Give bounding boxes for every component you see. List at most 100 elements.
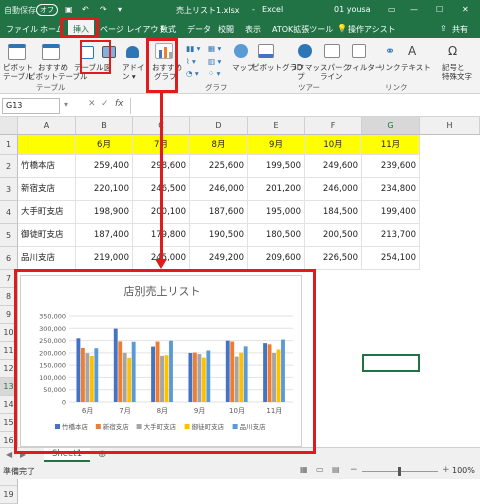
cell-month-header[interactable]: 9月 [248, 135, 305, 155]
link-label[interactable]: リンク [378, 62, 401, 73]
ribbon-display-icon[interactable]: ▭ [388, 5, 396, 14]
cell-sales-value[interactable]: 180,500 [248, 224, 305, 247]
cancel-entry-icon[interactable]: ✕ [88, 99, 96, 109]
cell-store-name[interactable]: 大手町支店 [18, 201, 76, 224]
addins-icon[interactable] [126, 46, 139, 58]
confirm-entry-icon[interactable]: ✓ [101, 99, 109, 109]
cell-a1[interactable] [18, 135, 76, 155]
cell-month-header[interactable]: 11月 [362, 135, 420, 155]
cell-sales-value[interactable]: 187,600 [190, 201, 248, 224]
cell-sales-value[interactable]: 213,700 [362, 224, 420, 247]
cell-sales-value[interactable]: 246,000 [305, 178, 362, 201]
cell-store-name[interactable]: 品川支店 [18, 247, 76, 270]
close-icon[interactable]: ✕ [462, 5, 469, 14]
tab-page-layout[interactable]: ページ レイアウト [100, 24, 166, 35]
cell-sales-value[interactable]: 209,600 [248, 247, 305, 270]
zoom-out-icon[interactable]: − [350, 465, 358, 475]
cell-sales-value[interactable]: 184,500 [305, 201, 362, 224]
cell-sales-value[interactable]: 234,800 [362, 178, 420, 201]
column-header-g[interactable]: G [362, 117, 420, 135]
share-button[interactable]: 共有 [452, 24, 468, 35]
row-header-19[interactable]: 19 [0, 486, 18, 504]
row-header-5[interactable]: 5 [0, 224, 18, 247]
tell-me-box[interactable]: 操作アシスト [348, 24, 396, 35]
column-header-a[interactable]: A [18, 117, 76, 135]
tab-file[interactable]: ファイル [6, 24, 38, 35]
share-icon[interactable]: ⇪ [440, 24, 447, 33]
cell-store-name[interactable]: 新宿支店 [18, 178, 76, 201]
cell-sales-value[interactable]: 187,400 [76, 224, 133, 247]
hierarchy-chart-icon[interactable]: ▦ ▾ [208, 44, 221, 53]
zoom-level[interactable]: 100% [452, 466, 475, 475]
cell-month-header[interactable]: 6月 [76, 135, 133, 155]
symbols-label-2[interactable]: 特殊文字 [442, 71, 472, 82]
qat-more-icon[interactable]: ▾ [118, 5, 122, 14]
map3d-label-2[interactable]: プ [297, 71, 305, 82]
pie-chart-icon[interactable]: ◔ ▾ [186, 69, 199, 78]
cell-sales-value[interactable]: 254,100 [362, 247, 420, 270]
pivot-chart-icon[interactable] [258, 44, 274, 58]
symbol-icon[interactable]: Ω [448, 44, 457, 58]
column-header-e[interactable]: E [248, 117, 305, 135]
cell-sales-value[interactable]: 200,500 [305, 224, 362, 247]
row-header-2[interactable]: 2 [0, 155, 18, 178]
cell-month-header[interactable]: 10月 [305, 135, 362, 155]
cell-sales-value[interactable]: 239,600 [362, 155, 420, 178]
maximize-icon[interactable]: ☐ [436, 5, 443, 14]
page-layout-view-icon[interactable]: ▭ [316, 465, 324, 474]
cell-sales-value[interactable]: 226,500 [305, 247, 362, 270]
maps-icon[interactable] [234, 44, 248, 58]
page-break-view-icon[interactable]: ▤ [332, 465, 340, 474]
cell-sales-value[interactable]: 199,400 [362, 201, 420, 224]
cell-sales-value[interactable]: 249,200 [190, 247, 248, 270]
cell-sales-value[interactable]: 249,600 [305, 155, 362, 178]
text-icon[interactable]: A [408, 44, 416, 58]
cell-sales-value[interactable]: 246,000 [190, 178, 248, 201]
cell-sales-value[interactable]: 220,100 [76, 178, 133, 201]
map3d-icon[interactable] [298, 44, 312, 58]
cell-sales-value[interactable]: 190,500 [190, 224, 248, 247]
select-all-corner[interactable] [0, 117, 18, 135]
cell-sales-value[interactable]: 201,200 [248, 178, 305, 201]
redo-icon[interactable]: ↷ [100, 5, 107, 14]
sheet-nav-prev-icon[interactable]: ◀ [6, 450, 12, 459]
name-box[interactable]: G13 [2, 98, 60, 114]
minimize-icon[interactable]: — [410, 5, 418, 14]
column-header-f[interactable]: F [305, 117, 362, 135]
cell-sales-value[interactable]: 199,500 [248, 155, 305, 178]
zoom-slider-thumb[interactable] [398, 467, 401, 476]
cell-store-name[interactable]: 竹橋本店 [18, 155, 76, 178]
tab-formulas[interactable]: 数式 [160, 24, 176, 35]
cell-sales-value[interactable]: 259,400 [76, 155, 133, 178]
cell-month-header[interactable]: 8月 [190, 135, 248, 155]
sparklines-label-2[interactable]: ライン [320, 71, 343, 82]
insert-function-icon[interactable]: fx [115, 99, 124, 109]
row-header-1[interactable]: 1 [0, 135, 18, 155]
statistic-chart-icon[interactable]: ▥ ▾ [208, 57, 221, 66]
cell-sales-value[interactable]: 225,600 [190, 155, 248, 178]
autosave-toggle[interactable]: オフ [36, 4, 58, 16]
row-header-4[interactable]: 4 [0, 201, 18, 224]
active-cell-g13[interactable] [362, 354, 420, 372]
sparklines-icon[interactable] [324, 44, 340, 58]
zoom-in-icon[interactable]: + [442, 465, 450, 475]
user-name[interactable]: 01 yousa [334, 5, 371, 14]
column-header-b[interactable]: B [76, 117, 133, 135]
tab-review[interactable]: 校閲 [218, 24, 234, 35]
tab-data[interactable]: データ [187, 24, 211, 35]
column-chart-icon[interactable]: ▮▮ ▾ [186, 44, 200, 53]
text-label[interactable]: テキスト [401, 62, 431, 73]
name-box-dropdown-icon[interactable]: ▾ [64, 100, 68, 109]
tab-atok[interactable]: ATOK拡張ツール [272, 24, 333, 35]
cell-sales-value[interactable]: 219,000 [76, 247, 133, 270]
cell-sales-value[interactable]: 198,900 [76, 201, 133, 224]
formula-input[interactable] [130, 98, 475, 114]
cell-sales-value[interactable]: 195,000 [248, 201, 305, 224]
undo-icon[interactable]: ↶ [82, 5, 89, 14]
link-icon[interactable]: ⚭ [385, 44, 395, 58]
recommended-pivot-icon[interactable] [42, 44, 60, 60]
normal-view-icon[interactable]: ▦ [300, 465, 308, 474]
cell-store-name[interactable]: 御徒町支店 [18, 224, 76, 247]
filters-icon[interactable] [352, 44, 366, 58]
row-header-3[interactable]: 3 [0, 178, 18, 201]
